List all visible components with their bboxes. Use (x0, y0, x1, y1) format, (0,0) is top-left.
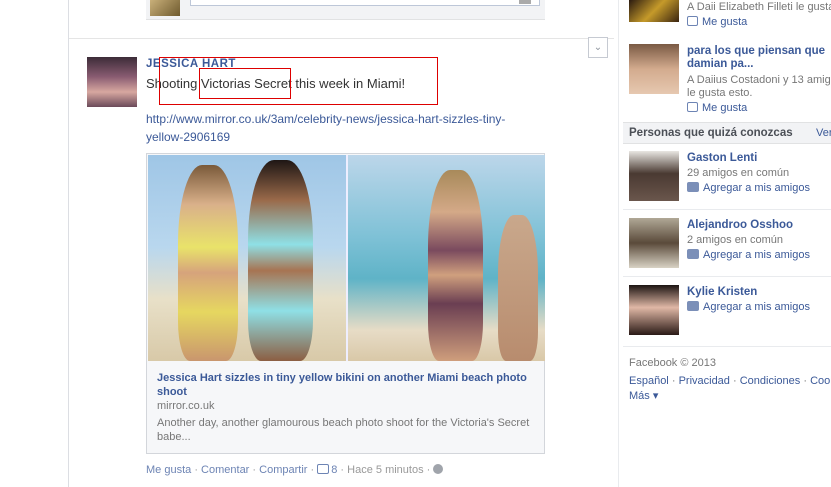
url-line-1[interactable]: http://www.mirror.co.uk/3am/celebrity-ne… (146, 110, 556, 128)
divider (623, 276, 831, 277)
ticker-sub-2a: A Daiius Costadoni y 13 amigos (687, 74, 831, 86)
person-name[interactable]: Gaston Lenti (687, 152, 757, 164)
shared-link-url[interactable]: http://www.mirror.co.uk/3am/celebrity-ne… (146, 110, 556, 146)
footer-link-language[interactable]: Español (629, 375, 669, 387)
footer-links: Español · Privacidad · Condiciones · Coo… (629, 375, 831, 387)
camera-icon[interactable] (519, 0, 531, 4)
section-title: Personas que quizá conozcas (629, 127, 793, 139)
annotation-box-inner (199, 68, 291, 99)
person-avatar[interactable] (629, 218, 679, 268)
thumbs-up-icon (687, 102, 698, 112)
thumbs-up-icon (687, 16, 698, 26)
add-friend-button[interactable]: Agregar a mis amigos (687, 249, 810, 261)
ticker-title-2a[interactable]: para los que piensan que (687, 45, 825, 57)
person-name[interactable]: Kylie Kristen (687, 286, 757, 298)
add-friend-button[interactable]: Agregar a mis amigos (687, 182, 810, 194)
people-you-may-know-header: Personas que quizá conozcas Ver (623, 122, 831, 144)
link-preview-title[interactable]: Jessica Hart sizzles in tiny yellow biki… (157, 371, 537, 399)
ticker-sub-1: A Daii Elizabeth Filleti le gusta. (687, 1, 831, 13)
post-separator (69, 38, 614, 39)
add-friend-label[interactable]: Agregar a mis amigos (703, 249, 810, 261)
ticker-title-2b[interactable]: damian pa... (687, 58, 753, 70)
person-avatar[interactable] (629, 151, 679, 201)
like-count[interactable]: 8 (331, 464, 337, 476)
comment-link[interactable]: Comentar (201, 464, 249, 476)
add-friend-button[interactable]: Agregar a mis amigos (687, 301, 810, 313)
previous-comment-box (146, 0, 545, 20)
post-actions: Me gusta · Comentar · Compartir · 8 · Ha… (146, 464, 444, 476)
ticker-like-2[interactable]: Me gusta (687, 102, 747, 114)
footer-link-terms[interactable]: Condiciones (740, 375, 801, 387)
ticker-thumb-2[interactable] (629, 44, 679, 94)
post-timestamp[interactable]: Hace 5 minutos (347, 464, 423, 476)
caret-down-icon[interactable]: ▾ (650, 390, 659, 402)
like-link[interactable]: Me gusta (146, 464, 191, 476)
person-avatar[interactable] (629, 285, 679, 335)
add-friend-label[interactable]: Agregar a mis amigos (703, 182, 810, 194)
add-friend-icon (687, 249, 699, 259)
action-separator: · (426, 464, 434, 476)
divider (623, 346, 831, 347)
ticker-sub-2b: le gusta esto. (687, 87, 753, 99)
footer-separator: · (732, 375, 740, 387)
url-line-2[interactable]: yellow-2906169 (146, 128, 556, 146)
person-name[interactable]: Alejandroo Osshoo (687, 219, 793, 231)
ticker-like-1[interactable]: Me gusta (687, 16, 747, 28)
person-mutual[interactable]: 29 amigos en común (687, 167, 789, 179)
post-options-chevron-icon[interactable]: ⌄ (588, 37, 608, 58)
link-preview-domain: mirror.co.uk (157, 400, 215, 412)
share-link[interactable]: Compartir (259, 464, 307, 476)
link-preview-card[interactable]: Jessica Hart sizzles in tiny yellow biki… (146, 153, 545, 454)
globe-icon[interactable] (433, 464, 444, 474)
author-avatar[interactable] (87, 57, 137, 107)
thumbs-up-icon[interactable] (317, 464, 330, 474)
preview-photo-right (348, 155, 545, 361)
action-separator: · (310, 464, 318, 476)
divider (623, 209, 831, 210)
column-divider (618, 0, 619, 487)
footer-more-link[interactable]: Más (629, 390, 650, 402)
link-preview-description: Another day, another glamourous beach ph… (157, 417, 530, 443)
add-friend-icon (687, 182, 699, 192)
footer-separator: · (671, 375, 679, 387)
ticker-like-label[interactable]: Me gusta (702, 102, 747, 114)
person-mutual[interactable]: 2 amigos en común (687, 234, 783, 246)
footer-link-privacy[interactable]: Privacidad (679, 375, 730, 387)
commenter-avatar (150, 0, 180, 16)
see-all-link[interactable]: Ver (816, 127, 831, 139)
link-preview-image[interactable] (148, 155, 545, 361)
footer-link-cookies[interactable]: Cookies (810, 375, 831, 387)
add-friend-label[interactable]: Agregar a mis amigos (703, 301, 810, 313)
preview-photo-left (148, 155, 346, 361)
ticker-like-label[interactable]: Me gusta (702, 16, 747, 28)
content-left-border (68, 0, 69, 487)
ticker-thumb-1[interactable] (629, 0, 679, 22)
add-friend-icon (687, 301, 699, 311)
footer-more[interactable]: Más ▾ (629, 389, 658, 402)
footer-copyright: Facebook © 2013 (629, 357, 716, 369)
comment-input[interactable] (190, 0, 540, 6)
